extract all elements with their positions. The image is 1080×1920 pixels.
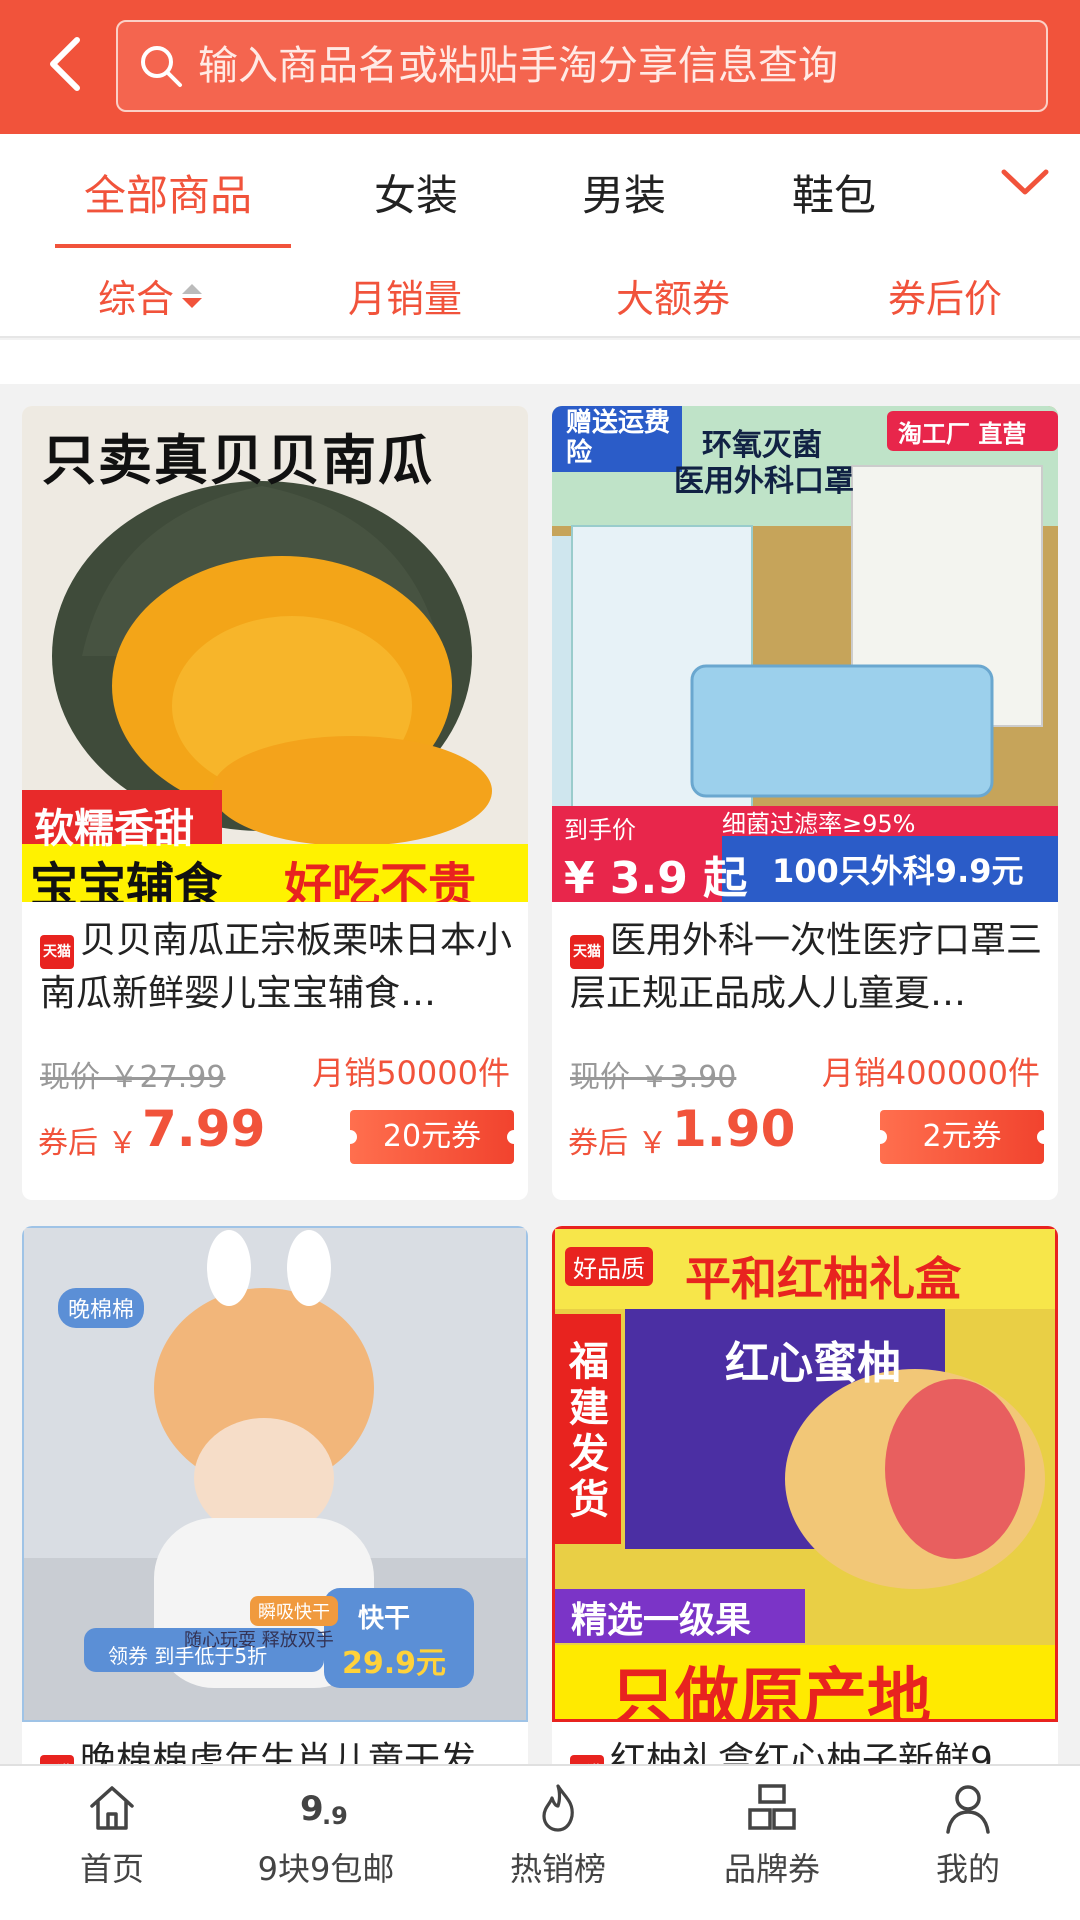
chevron-down-icon[interactable] bbox=[1000, 164, 1050, 204]
image-band: 精选一级果 bbox=[571, 1600, 752, 1641]
monthly-sales: 月销400000件 bbox=[821, 1054, 1040, 1092]
product-title-text: 医用外科一次性医疗口罩三层正规正品成人儿童夏… bbox=[570, 920, 1043, 1014]
image-heading-b: 医用外科口罩 bbox=[674, 464, 854, 499]
image-caption-top: 只卖真贝贝南瓜 bbox=[42, 429, 434, 492]
sort-monthly-sales[interactable]: 月销量 bbox=[348, 268, 462, 323]
after-coupon-price: 7.99 bbox=[142, 1100, 266, 1158]
product-image: 赠送运费险 淘工厂 直营 环氧灭菌 医用外科口罩 到手价 ¥ 3.9 起 细菌过… bbox=[552, 406, 1058, 902]
search-bar[interactable] bbox=[116, 20, 1048, 112]
tab-all-products[interactable]: 全部商品 bbox=[84, 162, 252, 223]
image-tag-c: 领券 到手低于5折 bbox=[108, 1644, 268, 1668]
category-tabs: 全部商品 女装 男装 鞋包 bbox=[0, 134, 1080, 250]
image-caption-bottom-b: 好吃不贵 bbox=[284, 858, 477, 902]
monthly-sales: 月销50000件 bbox=[312, 1054, 510, 1092]
nav-hot-sales[interactable]: 热销榜 bbox=[458, 1780, 658, 1890]
product-image: 只卖真贝贝南瓜 软糯香甜 宝宝辅食 好吃不贵 bbox=[22, 406, 528, 902]
divider-space bbox=[0, 340, 1080, 384]
image-price-label: 到手价 bbox=[564, 816, 636, 844]
active-tab-indicator bbox=[55, 244, 291, 248]
product-card[interactable]: 好品质 平和红柚礼盒 福建发货 红心蜜柚 精选一级果 只做原产地 天猫红柚礼盒红… bbox=[552, 1226, 1058, 1786]
sort-bar: 综合 月销量 大额券 券后价 bbox=[0, 250, 1080, 338]
nav-hot-sales-label: 热销榜 bbox=[509, 1850, 606, 1888]
svg-text:9: 9 bbox=[300, 1789, 324, 1829]
image-caption-bottom-a: 宝宝辅食 bbox=[30, 858, 223, 902]
image-filter-rate: 细菌过滤率≥95% bbox=[722, 810, 916, 838]
nav-mine-label: 我的 bbox=[935, 1850, 1000, 1888]
image-tag-a: 瞬吸快干 bbox=[250, 1596, 338, 1626]
product-title: 天猫 医用外科一次性医疗口罩三层正规正品成人儿童夏… bbox=[570, 916, 1044, 1016]
tab-womens[interactable]: 女装 bbox=[374, 162, 458, 223]
product-image: 晚棉棉 瞬吸快干 随心玩耍 释放双手 领券 到手低于5折 快干 29.9元 bbox=[22, 1226, 528, 1722]
search-icon bbox=[141, 46, 182, 87]
nav-nine-nine-label: 9块9包邮 bbox=[257, 1850, 395, 1888]
tab-mens[interactable]: 男装 bbox=[582, 162, 666, 223]
nine-nine-icon: 9 .9 bbox=[300, 1789, 348, 1830]
original-price: 现价 ￥3.90 bbox=[570, 1060, 737, 1095]
nav-home-label: 首页 bbox=[79, 1850, 144, 1888]
after-coupon-price: 1.90 bbox=[672, 1100, 796, 1158]
fire-icon bbox=[542, 1784, 574, 1832]
tmall-icon: 天猫 bbox=[40, 935, 74, 969]
back-button[interactable] bbox=[30, 24, 100, 104]
sort-after-coupon-price[interactable]: 券后价 bbox=[888, 268, 1002, 323]
image-promo: 100只外科9.9元 bbox=[772, 852, 1024, 890]
product-title: 天猫 贝贝南瓜正宗板栗味日本小南瓜新鲜婴儿宝宝辅食… bbox=[40, 916, 514, 1016]
sort-comprehensive[interactable]: 综合 bbox=[98, 268, 206, 323]
image-price: ¥ 3.9 起 bbox=[564, 853, 748, 902]
top-header bbox=[0, 0, 1080, 134]
brand-icon bbox=[748, 1784, 796, 1830]
original-price: 现价 ￥27.99 bbox=[40, 1060, 226, 1095]
image-tag-price: 29.9元 bbox=[342, 1646, 447, 1681]
tmall-icon: 天猫 bbox=[570, 935, 604, 969]
user-icon bbox=[946, 1785, 990, 1834]
nav-nine-nine[interactable]: 9 .9 9块9包邮 bbox=[226, 1780, 426, 1890]
product-image: 好品质 平和红柚礼盒 福建发货 红心蜜柚 精选一级果 只做原产地 bbox=[552, 1226, 1058, 1722]
image-heading: 平和红柚礼盒 bbox=[685, 1252, 961, 1306]
svg-text:.9: .9 bbox=[322, 1802, 348, 1830]
after-coupon-label: 券后 ￥ bbox=[38, 1126, 138, 1161]
home-icon bbox=[90, 1786, 134, 1830]
image-tag-d: 快干 bbox=[358, 1604, 411, 1634]
sort-comprehensive-label: 综合 bbox=[98, 277, 175, 321]
coupon-button[interactable]: 2元券 bbox=[873, 1110, 1051, 1164]
nav-brand-coupon-label: 品牌券 bbox=[723, 1850, 820, 1888]
coupon-button[interactable]: 20元券 bbox=[343, 1110, 521, 1164]
nav-mine[interactable]: 我的 bbox=[868, 1780, 1068, 1890]
image-bottom-text: 只做原产地 bbox=[611, 1662, 931, 1722]
image-side-text: 福建发货 bbox=[569, 1339, 609, 1523]
sort-arrows-icon bbox=[182, 283, 203, 308]
back-arrow-icon bbox=[50, 37, 80, 91]
product-card[interactable]: 晚棉棉 瞬吸快干 随心玩耍 释放双手 领券 到手低于5折 快干 29.9元 天猫… bbox=[22, 1226, 528, 1786]
image-brand: 晚棉棉 bbox=[58, 1288, 145, 1328]
search-input[interactable] bbox=[198, 43, 1018, 89]
tab-shoes-bags[interactable]: 鞋包 bbox=[792, 162, 876, 223]
nav-brand-coupon[interactable]: 品牌券 bbox=[672, 1780, 872, 1890]
bottom-navigation: 首页 9 .9 9块9包邮 热销榜 品牌券 我的 bbox=[0, 1764, 1080, 1920]
image-tag-right: 淘工厂 直营 bbox=[898, 420, 1027, 448]
image-tag-quality: 好品质 bbox=[565, 1247, 653, 1286]
nav-home[interactable]: 首页 bbox=[12, 1780, 212, 1890]
product-title-text: 贝贝南瓜正宗板栗味日本小南瓜新鲜婴儿宝宝辅食… bbox=[40, 920, 513, 1014]
sort-big-coupon[interactable]: 大额券 bbox=[616, 268, 730, 323]
product-card[interactable]: 只卖真贝贝南瓜 软糯香甜 宝宝辅食 好吃不贵 天猫 贝贝南瓜正宗板栗味日本小南瓜新… bbox=[22, 406, 528, 1200]
product-card[interactable]: 赠送运费险 淘工厂 直营 环氧灭菌 医用外科口罩 到手价 ¥ 3.9 起 细菌过… bbox=[552, 406, 1058, 1200]
after-coupon-label: 券后 ￥ bbox=[568, 1126, 668, 1161]
image-box-label: 红心蜜柚 bbox=[725, 1338, 901, 1389]
image-tag-left: 赠送运费险 bbox=[566, 408, 671, 468]
